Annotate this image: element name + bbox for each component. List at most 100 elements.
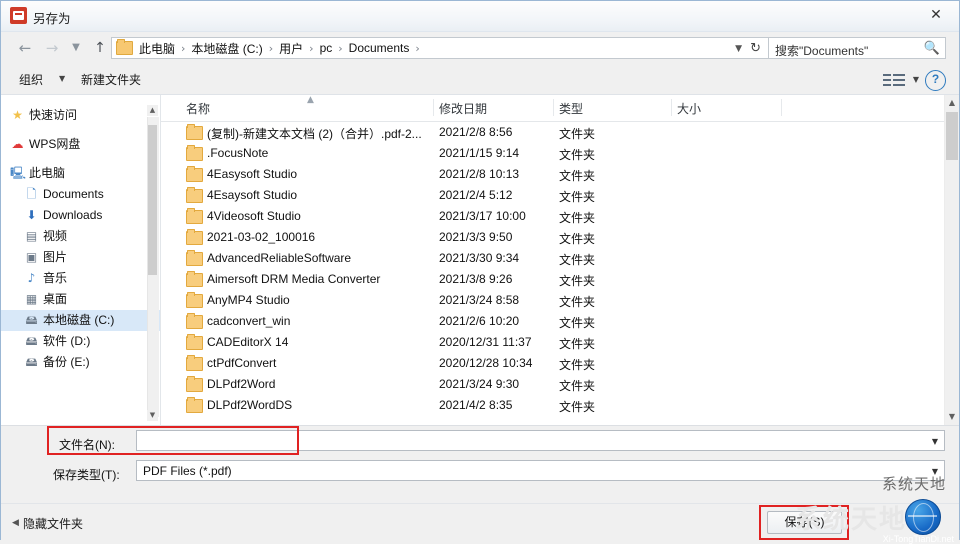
chevron-left-icon[interactable]: ◀ [12, 518, 19, 528]
chevron-down-icon[interactable]: ▼ [59, 74, 65, 83]
sidebar-scroll-up[interactable]: ▲ [147, 105, 158, 116]
sidebar-item-downloads[interactable]: ⬇ Downloads [1, 205, 161, 226]
drive-icon: 🖴 [25, 313, 38, 327]
chevron-down-icon[interactable]: ▼ [932, 437, 938, 446]
sidebar-scroll-down[interactable]: ▼ [147, 410, 158, 421]
sidebar-item-music[interactable]: ♪ 音乐 [1, 268, 161, 289]
organize-button[interactable]: 组织 [19, 71, 43, 88]
sidebar-item-documents[interactable]: 🗋 Documents [1, 184, 161, 205]
breadcrumb-item-1[interactable]: 本地磁盘 (C:) [190, 40, 263, 57]
breadcrumb-sep: › [415, 41, 420, 55]
table-row[interactable]: 4Easysoft Studio 2021/2/8 10:13 文件夹 [161, 164, 945, 185]
sidebar-item-label: 音乐 [43, 271, 68, 285]
sidebar-item-label: 本地磁盘 (C:) [43, 313, 115, 327]
file-type: 文件夹 [559, 274, 596, 288]
filetype-select[interactable]: PDF Files (*.pdf) ▼ [136, 460, 945, 481]
file-type: 文件夹 [559, 295, 596, 309]
sidebar-item-wps-cloud[interactable]: ☁ WPS网盘 [1, 134, 161, 155]
file-name: 4Esaysoft Studio [207, 188, 298, 202]
folder-icon [186, 250, 203, 266]
table-row[interactable]: ctPdfConvert 2020/12/28 10:34 文件夹 [161, 353, 945, 374]
file-name: ctPdfConvert [207, 356, 277, 370]
sidebar-item-desktop[interactable]: ▦ 桌面 [1, 289, 161, 310]
documents-icon: 🗋 [26, 187, 37, 201]
scroll-thumb[interactable] [946, 112, 958, 160]
file-date: 2021/4/2 8:35 [439, 398, 513, 412]
table-row[interactable]: Aimersoft DRM Media Converter 2021/3/8 9… [161, 269, 945, 290]
chevron-down-icon[interactable]: ▼ [913, 75, 919, 84]
music-icon: ♪ [27, 271, 36, 285]
sidebar-scroll-thumb[interactable] [148, 125, 157, 275]
column-size[interactable]: 大小 [677, 100, 701, 117]
sidebar-item-local-disk-c[interactable]: 🖴 本地磁盘 (C:) [1, 310, 161, 331]
column-name[interactable]: 名称 [186, 100, 210, 117]
view-mode-icon[interactable] [883, 72, 905, 87]
scroll-down-icon[interactable]: ▼ [945, 409, 959, 425]
sidebar-item-label: Documents [43, 187, 104, 201]
table-row[interactable]: AdvancedReliableSoftware 2021/3/30 9:34 … [161, 248, 945, 269]
up-icon[interactable]: ↑ [89, 37, 111, 59]
new-folder-button[interactable]: 新建文件夹 [81, 71, 141, 88]
file-name: DLPdf2WordDS [207, 398, 293, 412]
breadcrumb-item-3[interactable]: pc [319, 41, 334, 55]
help-icon[interactable]: ? [925, 70, 946, 91]
file-date: 2021/3/17 10:00 [439, 209, 526, 223]
drive-icon: 🖴 [25, 334, 38, 348]
column-type[interactable]: 类型 [559, 100, 583, 117]
computer-icon: 🖳 [10, 166, 27, 180]
forward-icon[interactable]: → [41, 37, 63, 59]
table-row[interactable]: cadconvert_win 2021/2/6 10:20 文件夹 [161, 311, 945, 332]
file-name: AdvancedReliableSoftware [207, 251, 352, 265]
search-input[interactable]: 搜索"Documents" 🔍 [768, 37, 946, 59]
filetype-select-value: PDF Files (*.pdf) [143, 464, 232, 478]
table-row[interactable]: (复制)-新建文本文档 (2)（合并）.pdf-2... 2021/2/8 8:… [161, 122, 945, 143]
file-type: 文件夹 [559, 337, 596, 351]
hide-folders-button[interactable]: 隐藏文件夹 [23, 515, 83, 532]
table-row[interactable]: AnyMP4 Studio 2021/3/24 8:58 文件夹 [161, 290, 945, 311]
recent-locations-icon[interactable]: ▼ [65, 37, 87, 59]
column-date[interactable]: 修改日期 [439, 100, 487, 117]
search-input-value: 搜索"Documents" [775, 44, 869, 58]
watermark-ghost-text: 系统天地 [794, 504, 907, 534]
breadcrumb-item-0[interactable]: 此电脑 [138, 40, 176, 57]
table-row[interactable]: DLPdf2Word 2021/3/24 9:30 文件夹 [161, 374, 945, 395]
table-row[interactable]: 4Esaysoft Studio 2021/2/4 5:12 文件夹 [161, 185, 945, 206]
refresh-icon[interactable]: ↻ [750, 41, 761, 56]
sidebar-item-videos[interactable]: ▤ 视频 [1, 226, 161, 247]
sidebar-item-label: 视频 [43, 229, 68, 243]
file-date: 2020/12/31 11:37 [439, 335, 532, 349]
file-date: 2021/3/8 9:26 [439, 272, 513, 286]
breadcrumb-item-2[interactable]: 用户 [278, 40, 304, 57]
table-row[interactable]: 2021-03-02_100016 2021/3/3 9:50 文件夹 [161, 227, 945, 248]
scroll-up-icon[interactable]: ▲ [945, 95, 959, 111]
title-bar: 另存为 ✕ [1, 1, 959, 32]
file-type: 文件夹 [559, 379, 596, 393]
sidebar-item-this-pc[interactable]: 🖳 此电脑 [1, 163, 161, 184]
pictures-icon: ▣ [25, 250, 38, 264]
file-type: 文件夹 [559, 358, 596, 372]
video-icon: ▤ [25, 229, 38, 243]
sidebar-item-pictures[interactable]: ▣ 图片 [1, 247, 161, 268]
table-row[interactable]: .FocusNote 2021/1/15 9:14 文件夹 [161, 143, 945, 164]
file-type: 文件夹 [559, 253, 596, 267]
file-name: DLPdf2Word [207, 377, 276, 391]
filename-highlight-box [47, 426, 299, 455]
table-row[interactable]: 4Videosoft Studio 2021/3/17 10:00 文件夹 [161, 206, 945, 227]
file-list-scrollbar[interactable]: ▲ ▼ [944, 95, 959, 425]
breadcrumb-sep: › [338, 41, 343, 55]
table-row[interactable]: DLPdf2WordDS 2021/4/2 8:35 文件夹 [161, 395, 945, 416]
chevron-down-icon[interactable]: ▼ [735, 44, 742, 54]
breadcrumb-item-4[interactable]: Documents [348, 41, 411, 55]
back-icon[interactable]: ← [14, 37, 36, 59]
file-date: 2021/2/4 5:12 [439, 188, 513, 202]
close-icon[interactable]: ✕ [913, 1, 959, 30]
sidebar-item-quick-access[interactable]: ★ 快速访问 [1, 105, 161, 126]
folder-icon [186, 397, 203, 413]
breadcrumb[interactable]: 此电脑 › 本地磁盘 (C:) › 用户 › pc › Documents › … [111, 37, 769, 59]
window-title: 另存为 [33, 12, 71, 26]
search-icon[interactable]: 🔍 [924, 41, 940, 56]
sidebar-item-backup-e[interactable]: 🖴 备份 (E:) [1, 352, 161, 373]
table-row[interactable]: CADEditorX 14 2020/12/31 11:37 文件夹 [161, 332, 945, 353]
folder-icon [186, 145, 203, 161]
sidebar-item-software-d[interactable]: 🖴 软件 (D:) [1, 331, 161, 352]
